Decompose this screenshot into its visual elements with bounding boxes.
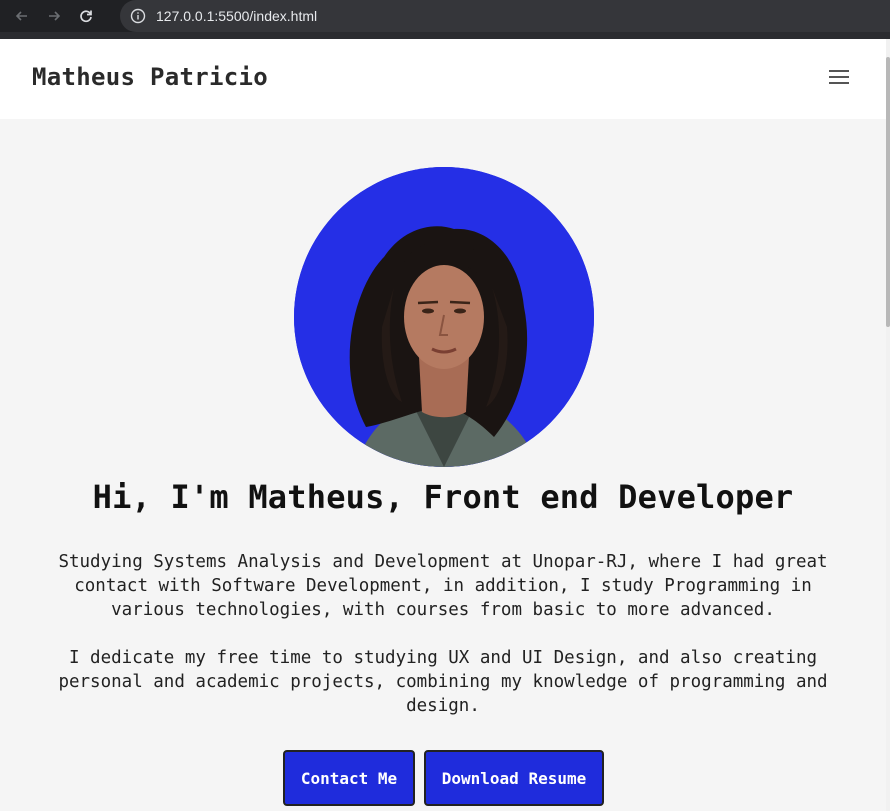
hero-headline: Hi, I'm Matheus, Front end Developer <box>92 478 794 516</box>
scrollbar-thumb[interactable] <box>886 57 890 327</box>
back-button[interactable] <box>8 2 36 30</box>
avatar <box>294 167 594 467</box>
bio-paragraph-2: I dedicate my free time to studying UX a… <box>58 648 828 716</box>
arrow-left-icon <box>15 11 27 21</box>
address-bar[interactable]: 127.0.0.1:5500/index.html <box>120 0 890 32</box>
site-header: Matheus Patricio <box>0 39 886 119</box>
page-scrollbar[interactable] <box>886 39 890 811</box>
reload-icon <box>80 10 92 23</box>
contact-me-button[interactable]: Contact Me <box>283 750 415 806</box>
browser-toolbar: 127.0.0.1:5500/index.html <box>0 0 890 32</box>
profile-photo <box>294 167 594 467</box>
info-icon[interactable] <box>130 8 146 24</box>
hamburger-menu-icon[interactable] <box>828 68 852 88</box>
brand-name[interactable]: Matheus Patricio <box>32 63 268 91</box>
url-text[interactable]: 127.0.0.1:5500/index.html <box>156 8 317 24</box>
bio-paragraph-1: Studying Systems Analysis and Developmen… <box>58 552 828 620</box>
arrow-right-icon <box>49 11 61 21</box>
download-resume-button[interactable]: Download Resume <box>424 750 604 806</box>
reload-button[interactable] <box>72 2 100 30</box>
forward-button[interactable] <box>40 2 68 30</box>
browser-divider <box>0 32 890 39</box>
